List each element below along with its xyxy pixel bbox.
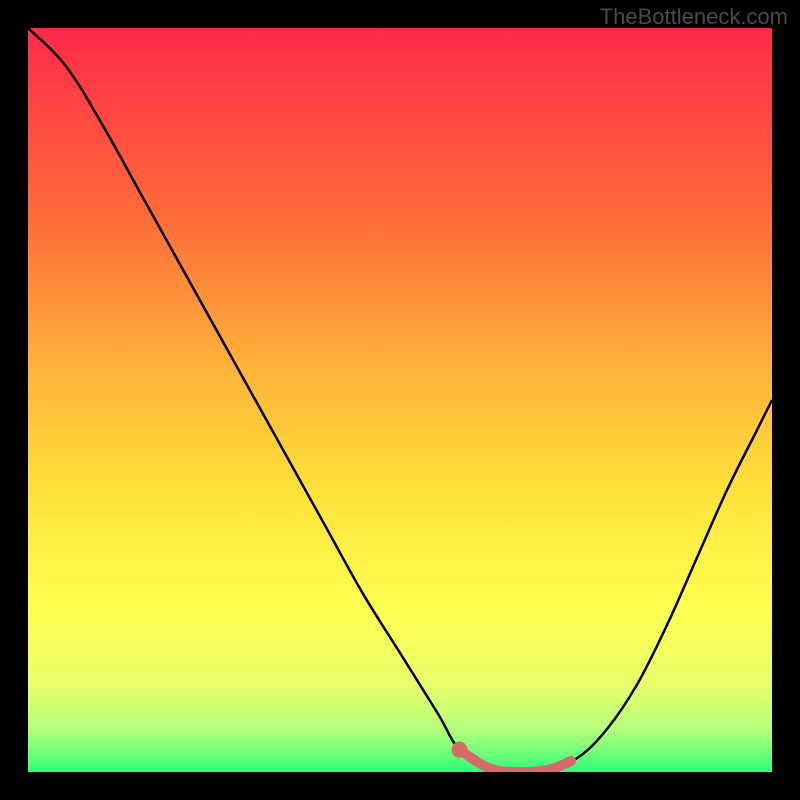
watermark-text: TheBottleneck.com [600,4,788,30]
chart-plot-area [28,28,772,772]
gradient-background [28,28,772,772]
chart-svg [28,28,772,772]
optimal-start-dot [452,742,468,758]
